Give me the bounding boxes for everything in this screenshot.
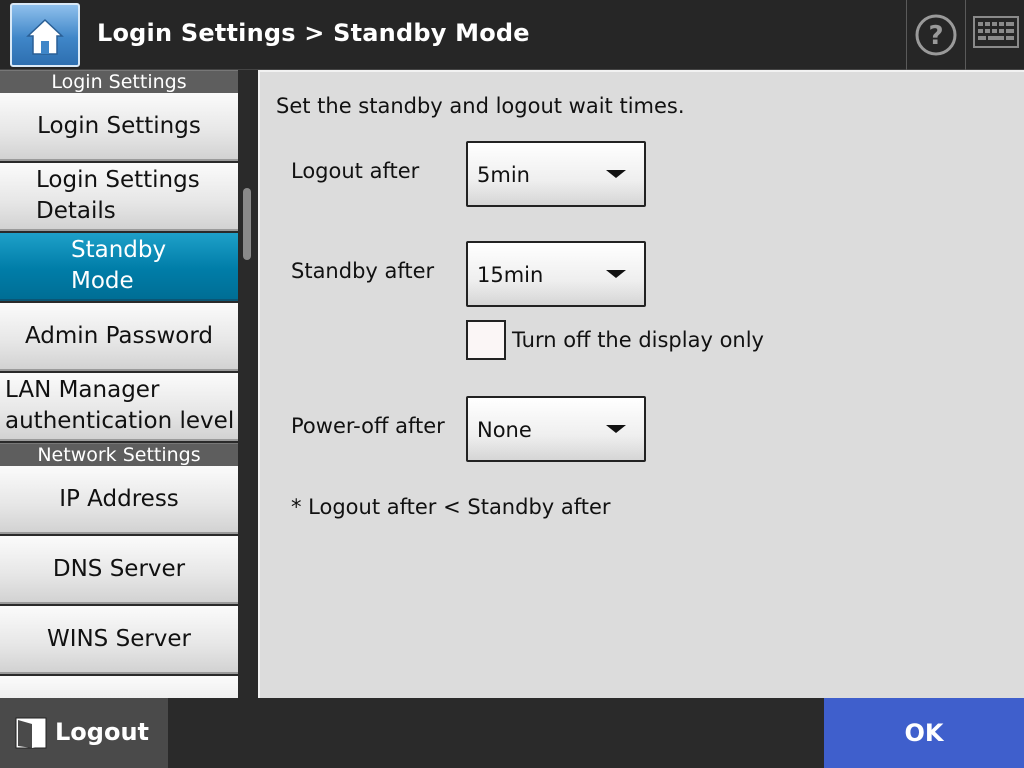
footer-bar: Logout OK — [0, 698, 1024, 768]
keyboard-button[interactable] — [965, 0, 1023, 70]
constraint-note: * Logout after < Standby after — [291, 495, 611, 519]
sidebar-item-login-settings-details[interactable]: Login Settings Details — [0, 163, 238, 231]
label-line-2: authentication level — [5, 408, 235, 434]
sidebar-item-label: Standby Mode — [71, 235, 166, 297]
power-off-after-label: Power-off after — [291, 414, 445, 438]
standby-after-select[interactable]: 15min — [466, 241, 646, 307]
display-only-label: Turn off the display only — [512, 328, 764, 352]
sidebar-item-next[interactable] — [0, 676, 238, 698]
label-line-1: Login Settings — [36, 167, 200, 193]
logout-after-select[interactable]: 5min — [466, 141, 646, 207]
label-line-1: LAN Manager — [5, 377, 160, 403]
sidebar-item-admin-password[interactable]: Admin Password — [0, 303, 238, 371]
label-line-2: Details — [36, 198, 116, 224]
page-title: Login Settings > Standby Mode — [97, 19, 530, 47]
help-icon: ? — [915, 14, 957, 56]
label-line-2: Mode — [71, 268, 134, 294]
header-bar: Login Settings > Standby Mode ? — [0, 0, 1024, 70]
sidebar-item-standby-mode[interactable]: Standby Mode — [0, 233, 238, 301]
standby-after-value: 15min — [477, 263, 544, 287]
sidebar-item-label: DNS Server — [52, 555, 186, 582]
sidebar-item-label: Admin Password — [24, 322, 214, 349]
chevron-down-icon — [606, 425, 626, 433]
label-line-1: Standby — [71, 237, 167, 263]
help-button[interactable]: ? — [906, 0, 964, 70]
sidebar-item-ip-address[interactable]: IP Address — [0, 466, 238, 534]
power-off-after-select[interactable]: None — [466, 396, 646, 462]
sidebar: Login Settings Login Settings Login Sett… — [0, 70, 238, 698]
sidebar-item-label: Login Settings Details — [36, 165, 200, 227]
sidebar-item-label: IP Address — [59, 485, 179, 512]
sidebar-item-wins-server[interactable]: WINS Server — [0, 606, 238, 674]
standby-after-label: Standby after — [291, 259, 435, 283]
keyboard-icon — [973, 16, 1019, 48]
sidebar-item-label: LAN Manager authentication level — [5, 375, 234, 437]
logout-button[interactable]: Logout — [0, 698, 168, 768]
scrollbar-thumb[interactable] — [243, 188, 251, 260]
display-only-checkbox[interactable] — [466, 320, 506, 360]
instruction-text: Set the standby and logout wait times. — [276, 94, 685, 118]
section-label-login-settings: Login Settings — [0, 70, 238, 93]
power-off-after-value: None — [477, 418, 532, 442]
home-button[interactable] — [10, 3, 80, 67]
sidebar-item-login-settings[interactable]: Login Settings — [0, 93, 238, 161]
logout-after-value: 5min — [477, 163, 530, 187]
ok-button[interactable]: OK — [824, 698, 1024, 768]
svg-text:?: ? — [928, 21, 943, 51]
settings-panel: Set the standby and logout wait times. L… — [258, 70, 1024, 698]
chevron-down-icon — [606, 270, 626, 278]
logout-label: Logout — [55, 718, 150, 746]
sidebar-item-lan-manager-auth-level[interactable]: LAN Manager authentication level — [0, 373, 238, 441]
sidebar-scrollbar[interactable] — [238, 70, 258, 698]
chevron-down-icon — [606, 170, 626, 178]
sidebar-item-label: Login Settings — [37, 112, 201, 139]
sidebar-item-dns-server[interactable]: DNS Server — [0, 536, 238, 604]
home-icon — [26, 18, 64, 55]
sidebar-item-label: WINS Server — [46, 625, 192, 652]
logout-icon — [15, 717, 47, 749]
logout-after-label: Logout after — [291, 159, 420, 183]
section-label-network-settings: Network Settings — [0, 443, 238, 466]
